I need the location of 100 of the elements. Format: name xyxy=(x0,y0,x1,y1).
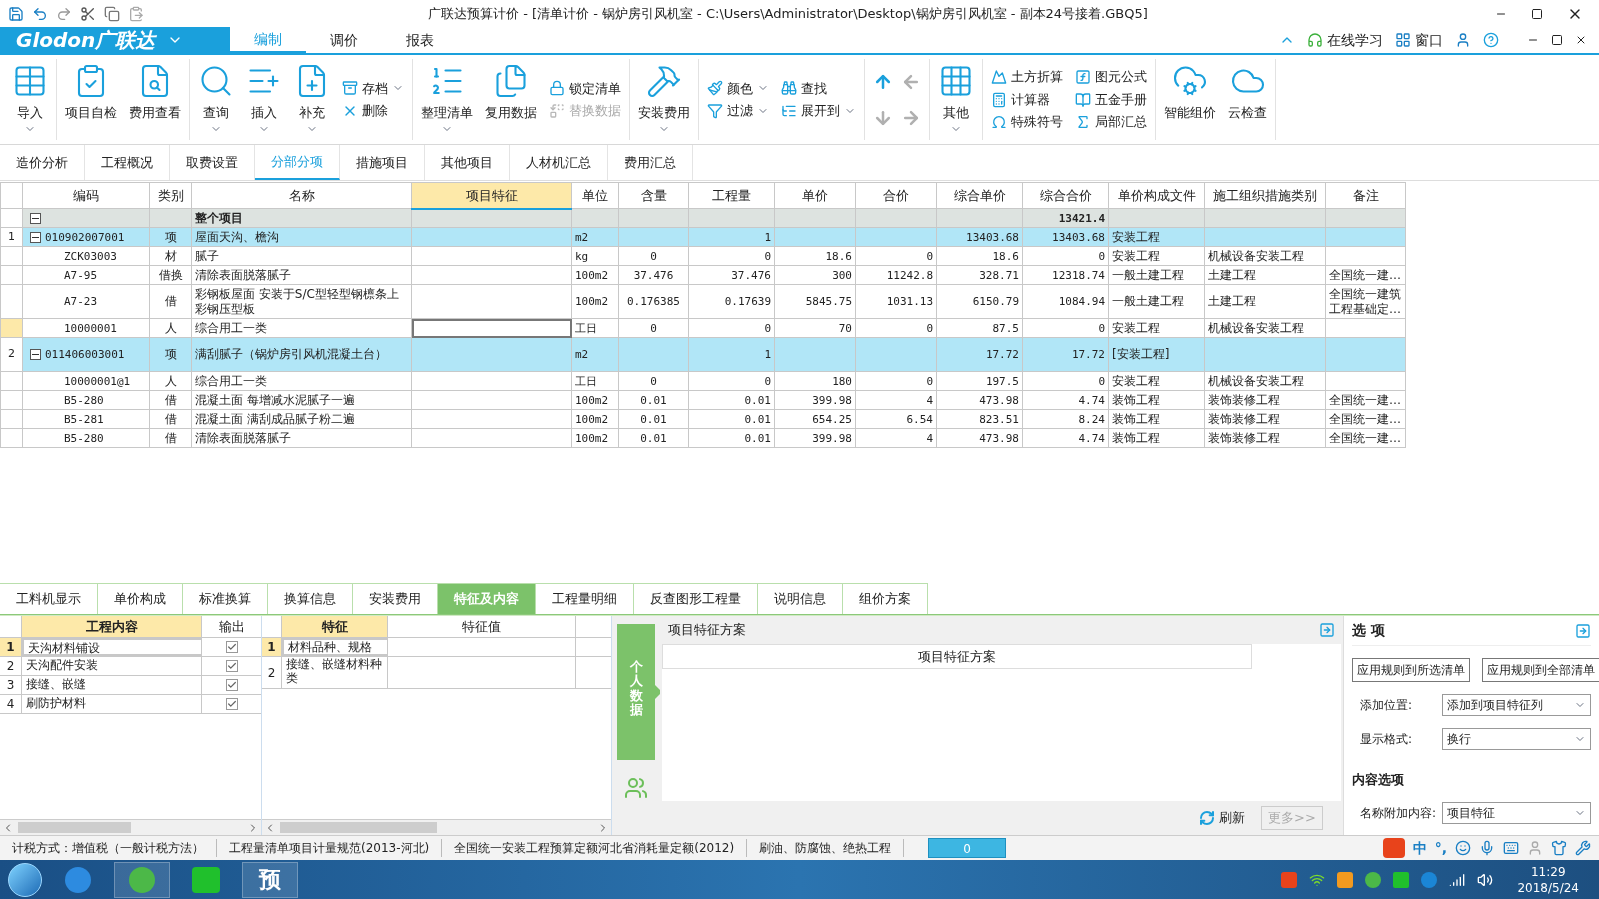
column-header[interactable]: 类别 xyxy=(149,182,192,209)
close-icon[interactable] xyxy=(1575,34,1587,46)
table-cell[interactable]: 天沟配件安装 xyxy=(22,657,202,675)
ime-text[interactable]: 中 xyxy=(1412,837,1427,859)
nav-tab[interactable]: 措施项目 xyxy=(340,145,425,180)
ribbon-button[interactable]: 导入 xyxy=(8,59,52,140)
ribbon-button[interactable]: 其他 xyxy=(934,59,978,140)
checkbox[interactable] xyxy=(225,698,238,710)
refresh-button[interactable]: 刷新 xyxy=(1199,808,1245,828)
checkbox[interactable] xyxy=(225,679,238,691)
ribbon-small-button[interactable]: 土方折算 xyxy=(987,67,1067,87)
table-cell[interactable]: 刷防护材料 xyxy=(22,695,202,713)
tray-icon[interactable] xyxy=(1337,871,1354,888)
detail-tab[interactable]: 标准换算 xyxy=(183,583,268,614)
nav-tab[interactable]: 其他项目 xyxy=(425,145,510,180)
ribbon-button[interactable]: 智能组价 xyxy=(1160,59,1220,140)
menu-tab[interactable]: 调价 xyxy=(306,27,382,53)
ribbon-button[interactable]: 补充 xyxy=(290,59,334,140)
taskbar-app-icon[interactable] xyxy=(114,861,170,898)
ribbon-small-button[interactable]: 特殊符号 xyxy=(987,112,1067,132)
user-icon[interactable] xyxy=(1455,32,1471,48)
action-button[interactable]: 应用规则到所选清单 xyxy=(1352,658,1470,682)
dropdown[interactable]: 换行 xyxy=(1442,728,1591,750)
wrench-icon[interactable] xyxy=(1575,840,1591,856)
dropdown[interactable]: 项目特征 xyxy=(1442,801,1591,824)
mic-icon[interactable] xyxy=(1479,840,1495,856)
arrow-right-icon[interactable] xyxy=(1575,622,1591,639)
column-header[interactable]: 综合合价 xyxy=(1022,182,1109,209)
tray-icon[interactable] xyxy=(1421,871,1438,888)
detail-tab[interactable]: 工程量明细 xyxy=(536,583,634,614)
help-icon[interactable] xyxy=(1483,32,1499,48)
column-header[interactable]: 备注 xyxy=(1325,182,1406,209)
detail-tab[interactable]: 换算信息 xyxy=(268,583,353,614)
ribbon-small-button[interactable]: 图元公式 xyxy=(1071,67,1151,87)
online-learning-button[interactable]: 在线学习 xyxy=(1307,29,1383,51)
keyboard-icon[interactable] xyxy=(1503,840,1519,856)
detail-tab[interactable]: 组价方案 xyxy=(843,583,928,614)
user-icon[interactable] xyxy=(1527,840,1543,856)
undo-icon[interactable] xyxy=(32,5,48,22)
tray-icon[interactable] xyxy=(1365,871,1382,888)
table-cell[interactable]: 接缝、嵌缝材料种类 xyxy=(282,657,388,688)
tray-icon[interactable] xyxy=(1281,871,1298,888)
arrow-right-icon[interactable] xyxy=(1319,622,1335,638)
restore-icon[interactable] xyxy=(1551,34,1563,46)
ribbon-button[interactable]: 安装费用 xyxy=(634,59,694,140)
ribbon-button[interactable]: 整理清单 xyxy=(417,59,477,140)
cut-icon[interactable] xyxy=(80,5,96,22)
users-icon[interactable] xyxy=(624,776,648,800)
detail-tab[interactable]: 说明信息 xyxy=(758,583,843,614)
ime-text[interactable]: °, xyxy=(1434,837,1447,859)
detail-tab[interactable]: 工料机显示 xyxy=(0,583,98,614)
save-icon[interactable] xyxy=(8,5,24,22)
column-header[interactable]: 工程量 xyxy=(688,182,775,209)
row-header[interactable]: 2 xyxy=(262,657,282,688)
collapse-icon[interactable] xyxy=(30,231,41,243)
column-header[interactable]: 项目特征 xyxy=(411,182,572,209)
ribbon-small-button[interactable]: 计算器 xyxy=(987,89,1067,110)
row-header[interactable]: 1 xyxy=(262,638,282,656)
taskbar-app-button[interactable]: 预 xyxy=(242,861,298,898)
ribbon-button[interactable]: 云检查 xyxy=(1224,59,1271,140)
signal-icon[interactable] xyxy=(1449,871,1466,888)
table-cell[interactable]: 材料品种、规格 xyxy=(282,638,388,656)
column-header[interactable]: 综合单价 xyxy=(936,182,1023,209)
window-menu-button[interactable]: 窗口 xyxy=(1395,29,1443,51)
ribbon-button[interactable]: 复用数据 xyxy=(481,59,541,140)
action-button[interactable]: 应用规则到全部清单 xyxy=(1482,658,1599,682)
detail-tab[interactable]: 单价构成 xyxy=(98,583,183,614)
column-header[interactable]: 单位 xyxy=(571,182,619,209)
table-cell[interactable]: 天沟材料铺设 xyxy=(22,638,202,656)
ribbon-small-button[interactable]: 五金手册 xyxy=(1071,89,1151,110)
nav-tab[interactable]: 人材机汇总 xyxy=(510,145,608,180)
collapse-icon[interactable] xyxy=(30,212,41,224)
shirt-icon[interactable] xyxy=(1551,840,1567,856)
ribbon-small-button[interactable]: 存档 xyxy=(338,78,408,98)
row-header[interactable]: 2 xyxy=(0,657,22,675)
ribbon-button[interactable]: 查询 xyxy=(194,59,238,140)
horizontal-scrollbar[interactable] xyxy=(0,819,261,835)
ribbon-button[interactable]: 插入 xyxy=(242,59,286,140)
start-button[interactable] xyxy=(8,862,42,897)
ribbon-button[interactable]: 项目自检 xyxy=(61,59,121,140)
ribbon-small-button[interactable]: 查找 xyxy=(777,78,860,98)
ribbon-small-button[interactable]: 过滤 xyxy=(703,101,773,121)
row-header[interactable]: 4 xyxy=(0,695,22,713)
column-header[interactable]: 施工组织措施类别 xyxy=(1204,182,1326,209)
row-header[interactable] xyxy=(0,284,23,319)
redo-icon[interactable] xyxy=(56,5,72,22)
nav-tab[interactable]: 费用汇总 xyxy=(608,145,693,180)
column-header[interactable]: 合价 xyxy=(855,182,937,209)
column-header[interactable]: 单价构成文件 xyxy=(1108,182,1205,209)
table-cell[interactable]: 接缝、嵌缝 xyxy=(22,676,202,694)
nav-tab[interactable]: 工程概况 xyxy=(85,145,170,180)
nav-tab[interactable]: 取费设置 xyxy=(170,145,255,180)
ribbon-small-button[interactable]: 展开到 xyxy=(777,101,860,121)
restore-icon[interactable] xyxy=(1531,7,1543,20)
ribbon-small-button[interactable]: 局部汇总 xyxy=(1071,112,1151,132)
checkbox[interactable] xyxy=(225,660,238,672)
ribbon-small-button[interactable]: 锁定清单 xyxy=(545,78,625,98)
collapse-icon[interactable] xyxy=(30,349,41,360)
column-header[interactable]: 含量 xyxy=(618,182,689,209)
menu-tab[interactable]: 报表 xyxy=(382,27,458,53)
